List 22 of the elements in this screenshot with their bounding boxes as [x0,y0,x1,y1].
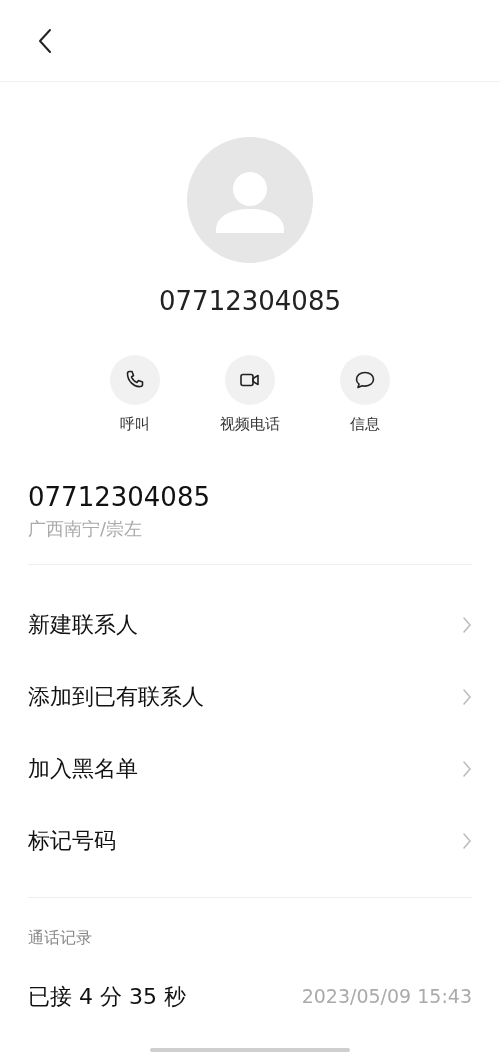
call-time: 2023/05/09 15:43 [301,983,472,1009]
chevron-right-icon [462,831,472,850]
action-button[interactable]: 视频电话 [212,355,288,436]
back-icon [38,27,52,54]
chevron-right-icon [462,759,472,778]
section-title: 通话记录 [27,926,93,949]
menu-item[interactable]: 添加到已有联系人 [0,660,500,733]
action-label: 信息 [350,414,380,435]
phone-number-title: 07712304085 [159,285,341,318]
action-button[interactable]: 呼叫 [97,355,173,436]
action-label: 呼叫 [120,414,150,435]
chevron-right-icon [462,687,472,706]
phone-number: 07712304085 [28,480,211,514]
action-label: 视频电话 [220,414,280,435]
location-text: 广西南宁/崇左 [28,516,144,541]
avatar-icon [187,137,313,263]
menu-item[interactable]: 标记号码 [0,804,500,877]
call-status: 已接 4 分 35 秒 [28,982,186,1011]
action-button[interactable]: 信息 [327,355,403,436]
chevron-right-icon [462,615,472,634]
menu-item[interactable]: 新建联系人 [0,588,500,661]
menu-item[interactable]: 加入黑名单 [0,732,500,805]
